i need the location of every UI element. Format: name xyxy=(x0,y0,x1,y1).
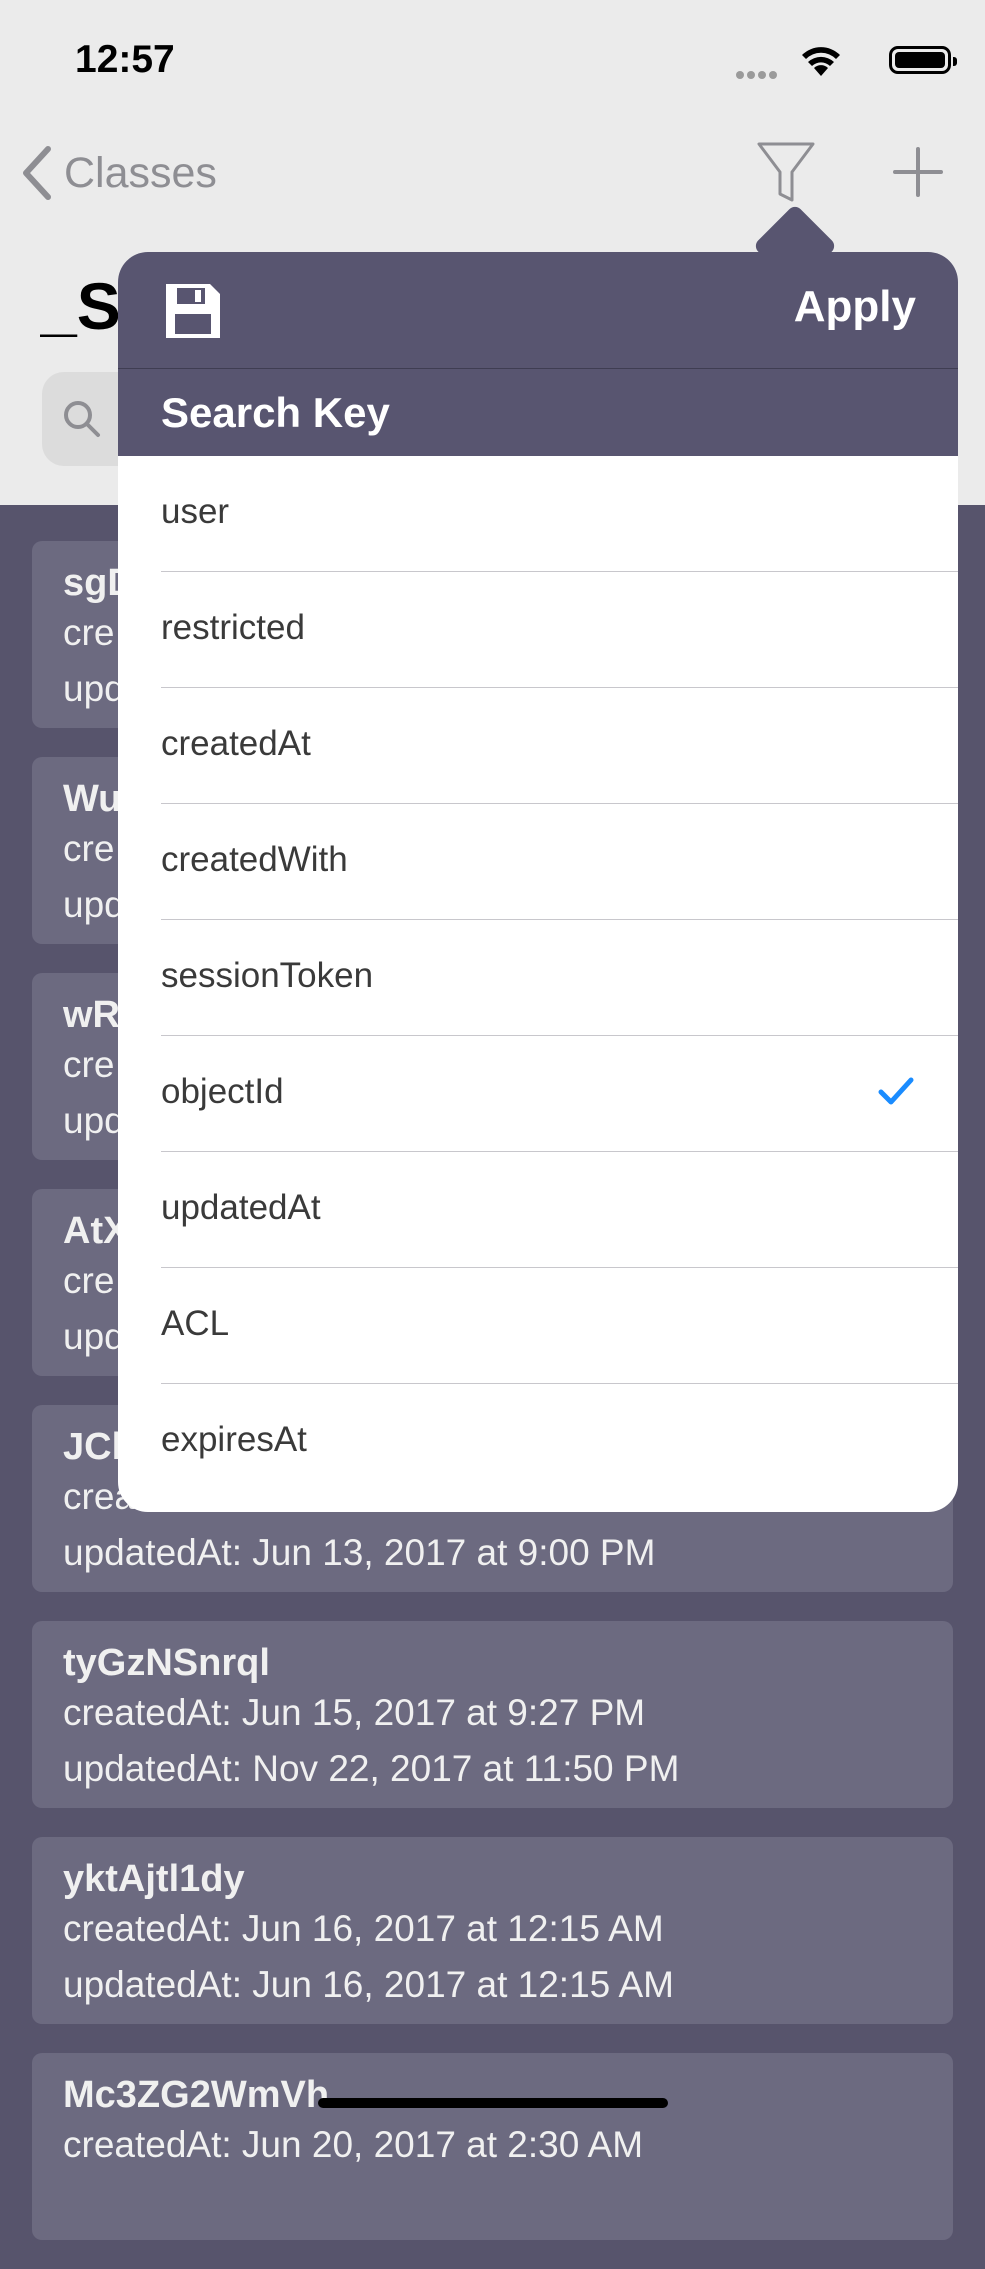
key-item-expiresat[interactable]: expiresAt xyxy=(118,1384,958,1500)
search-icon xyxy=(64,401,100,437)
key-item-updatedat[interactable]: updatedAt xyxy=(118,1152,958,1268)
cellular-signal-icon xyxy=(736,66,780,84)
search-key-popover: Apply Search Key user restricted created… xyxy=(118,252,958,1512)
filter-button[interactable] xyxy=(756,140,816,209)
record-created: createdAt: Jun 16, 2017 at 12:15 AM xyxy=(63,1908,664,1949)
key-label: ACL xyxy=(161,1304,230,1343)
status-icons xyxy=(736,44,957,80)
funnel-icon xyxy=(757,142,815,202)
key-item-user[interactable]: user xyxy=(118,456,958,572)
key-item-createdwith[interactable]: createdWith xyxy=(118,804,958,920)
home-indicator xyxy=(318,2098,668,2108)
key-label: createdWith xyxy=(161,840,348,879)
apply-button[interactable]: Apply xyxy=(794,282,916,332)
record-created: createdAt: Jun 20, 2017 at 2:30 AM xyxy=(63,2124,644,2165)
key-label: user xyxy=(161,492,230,531)
record-card[interactable]: yktAjtl1dy createdAt: Jun 16, 2017 at 12… xyxy=(32,1837,953,2024)
chevron-left-icon xyxy=(23,146,51,200)
record-id: tyGzNSnrql xyxy=(63,1642,270,1684)
record-updated: updatedAt: Jun 13, 2017 at 9:00 PM xyxy=(63,1532,656,1573)
add-button[interactable] xyxy=(893,147,943,202)
record-id: yktAjtl1dy xyxy=(63,1858,245,1900)
key-label: objectId xyxy=(161,1072,284,1111)
back-label: Classes xyxy=(64,148,217,197)
key-item-acl[interactable]: ACL xyxy=(118,1268,958,1384)
battery-icon xyxy=(889,46,957,74)
popover-toolbar: Apply xyxy=(118,252,958,369)
key-item-createdat[interactable]: createdAt xyxy=(118,688,958,804)
record-updated: updatedAt: Jun 16, 2017 at 12:15 AM xyxy=(63,1964,674,2005)
key-label: restricted xyxy=(161,608,305,647)
record-id: Mc3ZG2WmVh xyxy=(63,2074,330,2116)
status-time: 12:57 xyxy=(75,38,175,81)
key-label: updatedAt xyxy=(161,1188,321,1227)
plus-icon xyxy=(893,147,943,197)
save-button[interactable] xyxy=(162,280,224,347)
key-label: expiresAt xyxy=(161,1420,307,1459)
back-button[interactable]: Classes xyxy=(20,145,217,201)
key-item-restricted[interactable]: restricted xyxy=(118,572,958,688)
key-label: createdAt xyxy=(161,724,311,763)
section-header: Search Key xyxy=(118,369,958,456)
record-updated: updatedAt: Nov 22, 2017 at 11:50 PM xyxy=(63,1748,680,1789)
record-card[interactable]: tyGzNSnrql createdAt: Jun 15, 2017 at 9:… xyxy=(32,1621,953,1808)
floppy-disk-icon xyxy=(166,284,220,338)
key-item-objectid[interactable]: objectId xyxy=(118,1036,958,1152)
record-created: createdAt: Jun 15, 2017 at 9:27 PM xyxy=(63,1692,646,1733)
record-card[interactable]: Mc3ZG2WmVh createdAt: Jun 20, 2017 at 2:… xyxy=(32,2053,953,2240)
wifi-icon xyxy=(802,47,840,76)
checkmark-icon xyxy=(878,1077,914,1105)
key-label: sessionToken xyxy=(161,956,374,995)
key-item-sessiontoken[interactable]: sessionToken xyxy=(118,920,958,1036)
